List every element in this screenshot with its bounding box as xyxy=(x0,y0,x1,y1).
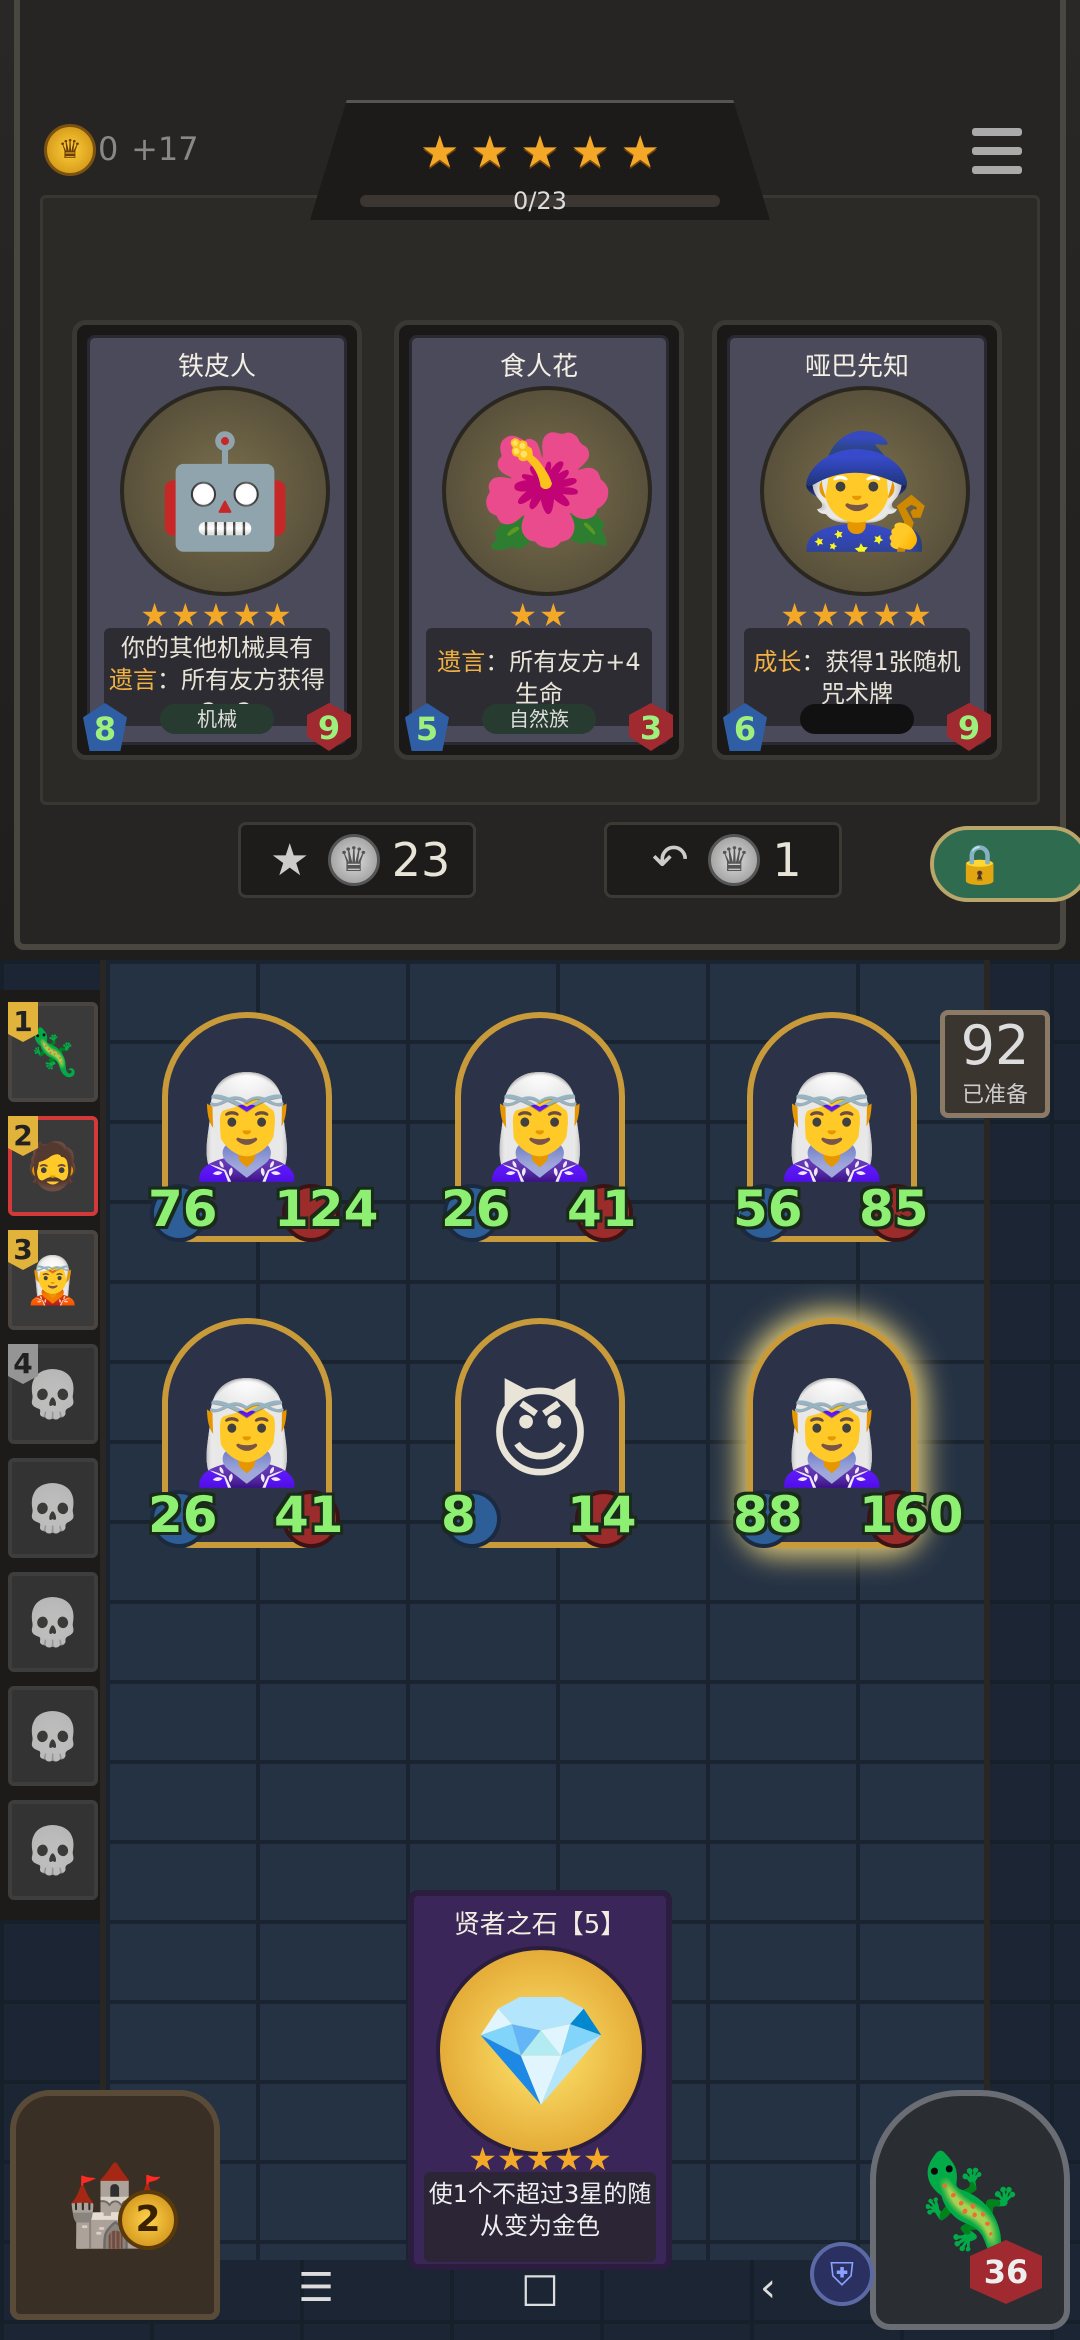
player-slot-4[interactable]: 💀 4 xyxy=(8,1344,98,1444)
player-slot-3[interactable]: 🧝 3 xyxy=(8,1230,98,1330)
minion-attack: 26 xyxy=(441,1180,511,1238)
card-name: 铁皮人 xyxy=(177,352,256,382)
gold-income: +17 xyxy=(131,130,199,168)
spell-name: 贤者之石【5】 xyxy=(453,1910,627,1940)
tier-progress-text: 0/23 xyxy=(513,187,567,215)
gold-coin-icon: ♛ xyxy=(44,124,96,176)
card-body: 食人花 🌺 ★★ 遗言：所有友方+4生命 自然族 xyxy=(409,335,669,745)
minion-health: 85 xyxy=(859,1180,929,1238)
card-body: 哑巴先知 🧙 ★★★★★ 成长：获得1张随机咒术牌 xyxy=(727,335,987,745)
lock-shop-button[interactable]: 🔒 xyxy=(930,826,1080,902)
wizard-icon: 🧙 xyxy=(760,386,970,596)
ready-count: 92 xyxy=(960,1014,1030,1077)
shop-card-3[interactable]: 哑巴先知 🧙 ★★★★★ 成长：获得1张随机咒术牌 6 9 xyxy=(712,320,1002,760)
imp-icon: 😈 xyxy=(487,1374,593,1492)
minion-health: 124 xyxy=(274,1180,379,1238)
ready-counter: 92 已准备 xyxy=(940,1010,1050,1118)
minion-attack: 76 xyxy=(148,1180,218,1238)
refresh-shop-button[interactable]: ↶ ♛ 1 xyxy=(604,822,842,898)
refresh-icon: ↶ xyxy=(651,834,689,886)
player-slot-8[interactable]: 💀 xyxy=(8,1800,98,1900)
tavern-tier-stars: ★ ★ ★ ★ ★ xyxy=(420,128,660,178)
shop-card-1[interactable]: 铁皮人 🤖 ★★★★★ 你的其他机械具有遗言：所有友方获得+2+2 机械 8 9 xyxy=(72,320,362,760)
dark-elf-icon: 🧝‍♀️ xyxy=(184,1068,310,1185)
skull-icon: 💀 xyxy=(24,1822,82,1877)
minion-attack: 8 xyxy=(441,1486,476,1544)
minion-attack: 88 xyxy=(733,1486,803,1544)
star-icon: ★ xyxy=(420,127,460,178)
card-tribe-tag: 自然族 xyxy=(482,704,596,734)
crystal-hand-icon: 💎 xyxy=(436,1946,646,2156)
player-slot-1[interactable]: 🦎 1 xyxy=(8,1002,98,1102)
card-name: 哑巴先知 xyxy=(804,352,909,382)
upgrade-tavern-button[interactable]: ★ ♛ 23 xyxy=(238,822,476,898)
minion-health: 41 xyxy=(274,1486,344,1544)
minion-health: 160 xyxy=(859,1486,964,1544)
back-icon[interactable]: ‹ xyxy=(738,2258,798,2318)
spell-card[interactable]: 贤者之石【5】 💎 ★★★★★ 使1个不超过3星的随从变为金色 xyxy=(408,1890,672,2270)
dark-elf-icon: 🧝‍♀️ xyxy=(184,1374,310,1491)
player-rank: 4 xyxy=(8,1344,38,1384)
card-body: 铁皮人 🤖 ★★★★★ 你的其他机械具有遗言：所有友方获得+2+2 机械 xyxy=(87,335,347,745)
home-icon[interactable]: □ xyxy=(510,2258,570,2318)
star-icon: ★ xyxy=(570,127,610,178)
upgrade-cost: 23 xyxy=(391,833,451,887)
player-slot-2[interactable]: 🧔 2 xyxy=(8,1116,98,1216)
menu-icon[interactable]: ☰ xyxy=(286,2258,346,2318)
player-rank: 3 xyxy=(8,1230,38,1270)
plant-icon: 🌺 xyxy=(442,386,652,596)
player-rank: 2 xyxy=(8,1116,38,1156)
minion-attack: 56 xyxy=(733,1180,803,1238)
star-icon: ★ xyxy=(620,127,660,178)
star-icon: ★ xyxy=(520,127,560,178)
robot-icon: 🤖 xyxy=(120,386,330,596)
ready-label: 已准备 xyxy=(961,1083,1028,1108)
dark-elf-icon: 🧝‍♀️ xyxy=(769,1374,895,1491)
minion-health: 41 xyxy=(567,1180,637,1238)
star-upgrade-icon: ★ xyxy=(269,834,310,886)
star-icon: ★ xyxy=(470,127,510,178)
player-slot-7[interactable]: 💀 xyxy=(8,1686,98,1786)
silver-coin-icon: ♛ xyxy=(327,834,380,886)
skull-icon: 💀 xyxy=(24,1480,82,1535)
player-rank: 1 xyxy=(8,1002,38,1042)
lock-icon: 🔒 xyxy=(956,841,1004,886)
gold-display: 0 +17 xyxy=(98,124,199,170)
gold-amount: 0 xyxy=(98,130,119,168)
minion-attack: 26 xyxy=(148,1486,218,1544)
refresh-cost: 1 xyxy=(772,833,802,887)
card-tribe-tag xyxy=(800,704,914,734)
dark-elf-icon: 🧝‍♀️ xyxy=(477,1068,603,1185)
card-tribe-tag: 机械 xyxy=(160,704,274,734)
player-slot-6[interactable]: 💀 xyxy=(8,1572,98,1672)
dark-elf-icon: 🧝‍♀️ xyxy=(769,1068,895,1185)
card-name: 食人花 xyxy=(499,352,578,382)
menu-button[interactable] xyxy=(972,128,1022,174)
skull-icon: 💀 xyxy=(24,1594,82,1649)
silver-coin-icon: ♛ xyxy=(708,834,761,886)
player-slot-5[interactable]: 💀 xyxy=(8,1458,98,1558)
shop-card-2[interactable]: 食人花 🌺 ★★ 遗言：所有友方+4生命 自然族 5 3 xyxy=(394,320,684,760)
minion-health: 14 xyxy=(567,1486,637,1544)
skull-icon: 💀 xyxy=(24,1708,82,1763)
